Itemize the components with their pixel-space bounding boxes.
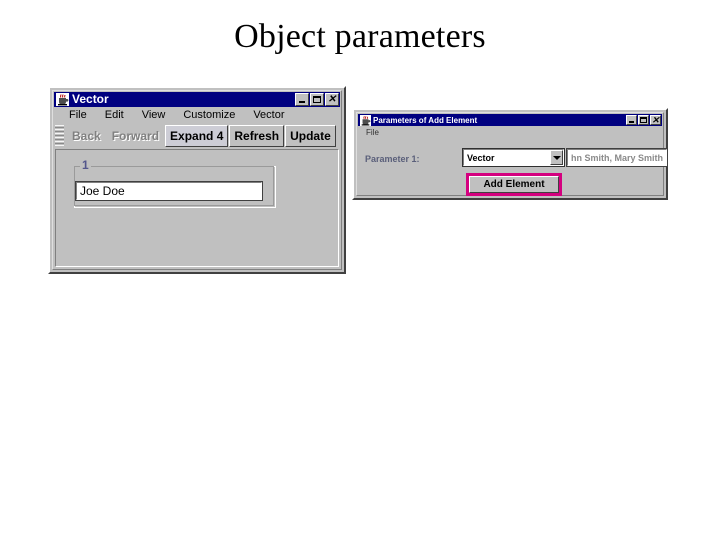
parameters-window-title: Parameters of Add Element bbox=[373, 115, 478, 125]
element-value-input[interactable]: Joe Doe bbox=[75, 181, 263, 201]
minimize-icon[interactable] bbox=[626, 115, 637, 125]
window-inner: Vector ✕ File Edit View Customize Vector… bbox=[52, 90, 342, 270]
vector-window-controls: ✕ bbox=[295, 93, 339, 106]
parameter-1-label: Parameter 1: bbox=[365, 154, 420, 164]
page-title: Object parameters bbox=[234, 18, 486, 55]
menu-item-vector[interactable]: Vector bbox=[244, 107, 293, 124]
window-inner: Parameters of Add Element ✕ File Paramet… bbox=[356, 112, 668, 196]
java-coffee-cup-icon bbox=[56, 93, 69, 106]
parameters-titlebar[interactable]: Parameters of Add Element ✕ bbox=[358, 114, 662, 126]
maximize-icon[interactable] bbox=[310, 93, 324, 106]
chevron-down-icon[interactable] bbox=[550, 150, 563, 165]
parameters-window-controls: ✕ bbox=[626, 115, 661, 125]
groupbox-label: 1 bbox=[80, 158, 91, 172]
window-frame: Parameters of Add Element ✕ File Paramet… bbox=[352, 108, 668, 200]
java-coffee-cup-icon bbox=[360, 114, 371, 126]
vector-window[interactable]: Vector ✕ File Edit View Customize Vector… bbox=[48, 86, 346, 274]
menu-item-customize[interactable]: Customize bbox=[174, 107, 244, 124]
minimize-icon[interactable] bbox=[295, 93, 309, 106]
expand-button[interactable]: Expand 4 bbox=[165, 125, 229, 147]
vector-menubar: File Edit View Customize Vector bbox=[54, 107, 340, 124]
forward-button[interactable]: Forward bbox=[106, 125, 165, 147]
refresh-button[interactable]: Refresh bbox=[229, 125, 285, 147]
close-icon[interactable]: ✕ bbox=[650, 115, 661, 125]
parameter-type-dropdown[interactable]: Vector bbox=[462, 148, 565, 167]
vector-titlebar[interactable]: Vector ✕ bbox=[54, 92, 340, 107]
close-icon[interactable]: ✕ bbox=[325, 93, 339, 106]
dropdown-selected-value: Vector bbox=[467, 152, 495, 163]
back-button[interactable]: Back bbox=[67, 125, 106, 147]
parameters-window[interactable]: Parameters of Add Element ✕ File Paramet… bbox=[352, 108, 668, 200]
window-frame: Vector ✕ File Edit View Customize Vector… bbox=[48, 86, 346, 274]
vector-window-title: Vector bbox=[72, 93, 109, 106]
toolbar-grip-handle[interactable] bbox=[55, 125, 64, 147]
update-button[interactable]: Update bbox=[285, 125, 336, 147]
add-element-button[interactable]: Add Element bbox=[469, 176, 559, 193]
parameter-value-input[interactable]: hn Smith, Mary Smith bbox=[566, 148, 668, 167]
menu-item-edit[interactable]: Edit bbox=[96, 107, 133, 124]
menu-item-file[interactable]: File bbox=[60, 107, 96, 124]
menu-item-file[interactable]: File bbox=[363, 126, 382, 139]
parameters-menubar: File bbox=[358, 126, 662, 139]
vector-client-area: 1 Joe Doe bbox=[55, 149, 339, 267]
vector-toolbar: Back Forward Expand 4 Refresh Update bbox=[54, 124, 340, 148]
parameters-client-area: Parameter 1: Vector hn Smith, Mary Smith… bbox=[359, 140, 668, 196]
menu-item-view[interactable]: View bbox=[133, 107, 175, 124]
maximize-icon[interactable] bbox=[638, 115, 649, 125]
